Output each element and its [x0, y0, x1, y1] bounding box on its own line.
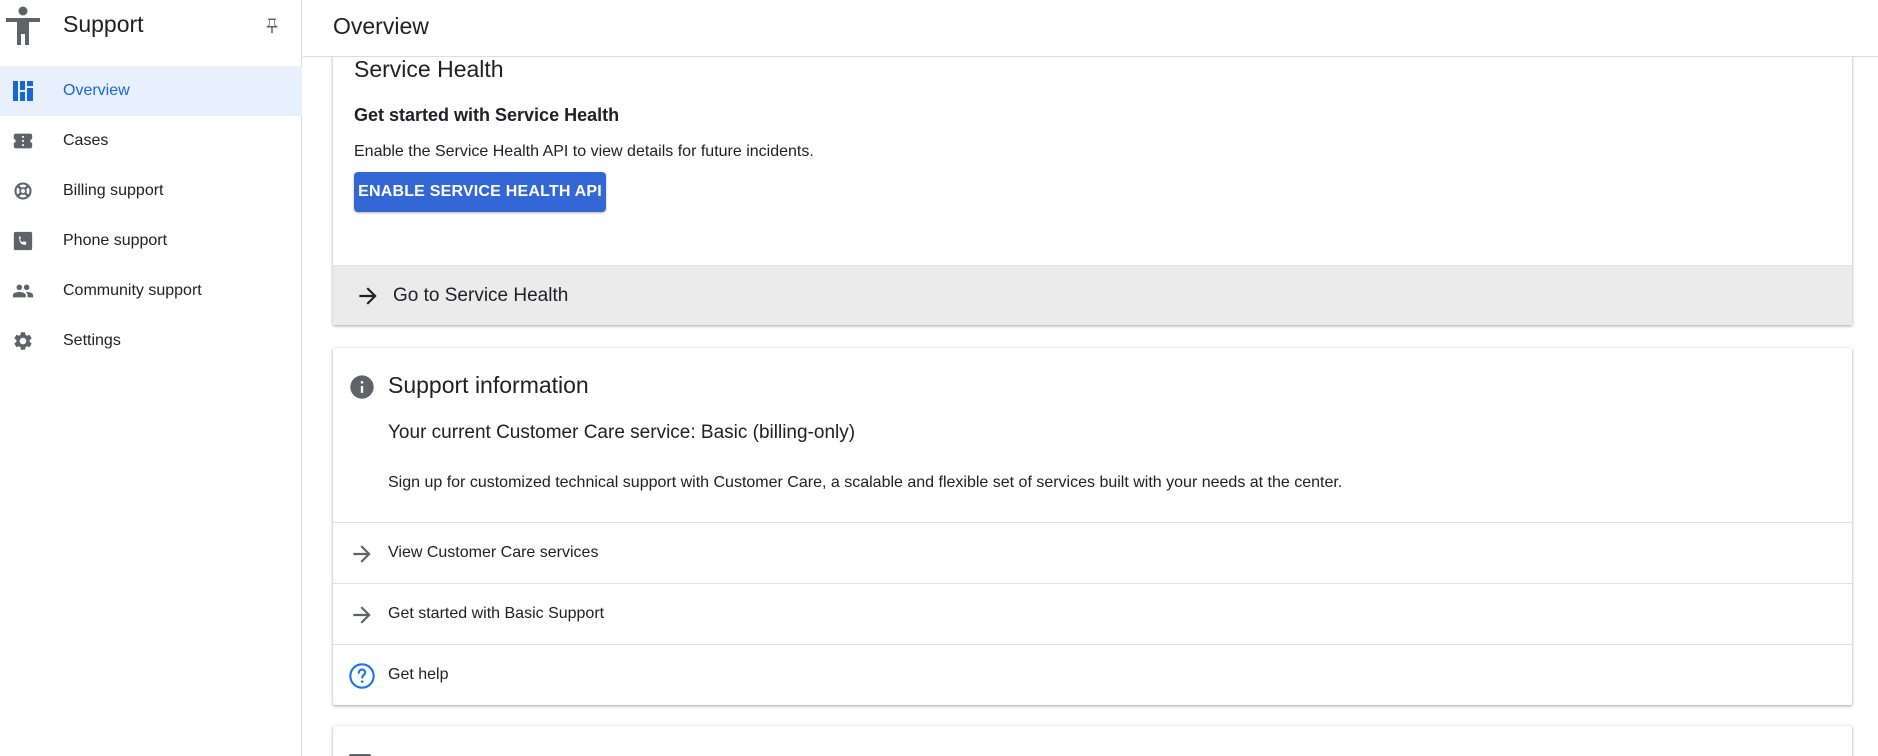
sidebar-item-settings[interactable]: Settings	[0, 316, 302, 366]
sidebar-header: Support	[0, 0, 301, 52]
service-health-subtitle: Get started with Service Health	[354, 105, 620, 125]
arrow-right-icon	[348, 601, 376, 629]
arrow-right-icon	[348, 540, 376, 568]
sidebar-item-label: Cases	[63, 132, 109, 149]
service-health-description: Enable the Service Health API to view de…	[354, 143, 814, 160]
sidebar: Support Overview Cases Billing support P…	[0, 0, 302, 756]
service-health-title: Service Health	[354, 57, 504, 82]
service-health-card: Service Health Get started with Service …	[333, 57, 1852, 325]
go-to-service-health-label: Go to Service Health	[393, 285, 569, 306]
sidebar-item-label: Phone support	[63, 232, 168, 249]
pin-sidebar-button[interactable]	[260, 14, 284, 38]
accessibility-logo-icon	[6, 6, 40, 45]
sidebar-item-label: Community support	[63, 282, 202, 299]
dashboard-icon	[12, 80, 34, 102]
go-to-service-health-link[interactable]: Go to Service Health	[333, 265, 1852, 325]
next-section-card	[333, 726, 1852, 756]
arrow-right-icon	[359, 287, 377, 305]
gear-icon	[12, 330, 34, 352]
link-label: View Customer Care services	[388, 544, 599, 561]
main-content: Service Health Get started with Service …	[303, 57, 1878, 756]
help-circle-icon	[348, 662, 376, 690]
current-service-text: Your current Customer Care service: Basi…	[388, 422, 856, 443]
link-label: Get started with Basic Support	[388, 605, 605, 622]
people-icon	[12, 280, 34, 302]
sidebar-item-label: Billing support	[63, 182, 164, 199]
sidebar-item-billing-support[interactable]: Billing support	[0, 166, 302, 216]
pin-icon	[266, 18, 278, 34]
view-customer-care-services-link[interactable]: View Customer Care services	[333, 522, 1852, 583]
phone-icon	[12, 230, 34, 252]
ticket-icon	[12, 130, 34, 152]
sidebar-item-cases[interactable]: Cases	[0, 116, 302, 166]
info-icon	[350, 375, 374, 399]
get-help-link[interactable]: Get help	[333, 644, 1852, 705]
sidebar-item-label: Settings	[63, 332, 121, 349]
sidebar-item-label: Overview	[63, 82, 130, 99]
sidebar-item-community-support[interactable]: Community support	[0, 266, 302, 316]
link-label: Get help	[388, 666, 449, 683]
top-bar: Overview	[303, 0, 1878, 57]
app-title: Support	[63, 11, 144, 37]
page-title: Overview	[333, 13, 429, 39]
support-information-title: Support information	[388, 372, 589, 398]
get-started-basic-support-link[interactable]: Get started with Basic Support	[333, 583, 1852, 644]
sidebar-nav: Overview Cases Billing support Phone sup…	[0, 66, 302, 366]
lifebuoy-icon	[12, 180, 34, 202]
support-information-description: Sign up for customized technical support…	[388, 474, 1343, 491]
sidebar-item-phone-support[interactable]: Phone support	[0, 216, 302, 266]
sidebar-item-overview[interactable]: Overview	[0, 66, 302, 116]
support-information-card: Support information Your current Custome…	[333, 348, 1852, 705]
enable-service-health-api-button[interactable]: ENABLE SERVICE HEALTH API	[354, 172, 606, 212]
